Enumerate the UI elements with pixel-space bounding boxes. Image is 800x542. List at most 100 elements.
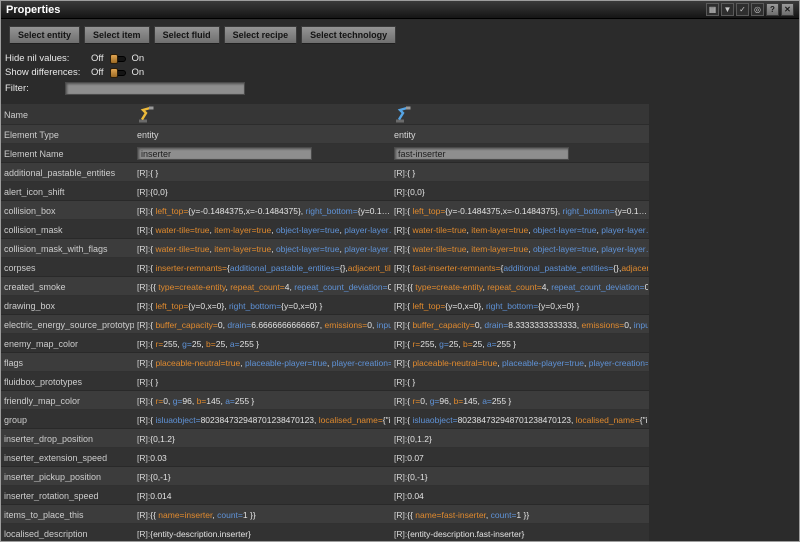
property-value: [R]:{0,0} (391, 187, 648, 197)
filter-input[interactable] (65, 82, 245, 95)
property-value: [R]:{0,1.2} (134, 434, 391, 444)
property-name: collision_mask (1, 225, 134, 235)
property-name: friendly_map_color (1, 396, 134, 406)
property-value: [R]:{ inserter-remnants={additional_past… (134, 263, 391, 273)
property-value: [R]:{ r=0, g=96, b=145, a=255 } (391, 396, 648, 406)
titlebar[interactable]: Properties ▦ ▼ ✓ ◎ ? ✕ (1, 1, 799, 19)
property-value: [R]:{ } (134, 377, 391, 387)
table-row: inserter_extension_speed[R]:0.03[R]:0.07 (1, 448, 649, 467)
property-name: inserter_rotation_speed (1, 491, 134, 501)
select-item-button[interactable]: Select item (84, 26, 150, 44)
hide-nil-values-label: Hide nil values: (5, 53, 89, 64)
hide-nil-values-option: Hide nil values: Off On (5, 52, 799, 65)
property-value: [R]:{0,-1} (391, 472, 648, 482)
pin-icon: ◎ (754, 4, 761, 15)
property-value: [R]:{ buffer_capacity=0, drain=6.6666666… (134, 320, 391, 330)
property-value: [R]:{entity-description.fast-inserter} (391, 529, 648, 539)
property-value: [R]:0.03 (134, 453, 391, 463)
property-name: collision_mask_with_flags (1, 244, 134, 254)
check-button[interactable]: ✓ (736, 3, 749, 16)
on-label: On (132, 67, 145, 78)
property-value: [R]:{ r=0, g=96, b=145, a=255 } (134, 396, 391, 406)
name-header: Name (1, 110, 134, 120)
property-value: [R]:{ left_top={y=0,x=0}, right_bottom={… (391, 301, 648, 311)
fast-inserter-icon (394, 106, 414, 124)
select-recipe-button[interactable]: Select recipe (224, 26, 298, 44)
property-value: [R]:{{ name=inserter, count=1 }} (134, 510, 391, 520)
table-row: group[R]:{ isluaobject=80238473294870123… (1, 410, 649, 429)
select-entity-button[interactable]: Select entity (9, 26, 80, 44)
table-header-row: Name (1, 104, 649, 125)
help-button[interactable]: ? (766, 3, 779, 16)
property-name: electric_energy_source_prototype (1, 320, 134, 330)
element-type-row: Element Type entity entity (1, 125, 649, 144)
property-name: localised_description (1, 529, 134, 539)
property-value: [R]:{ } (134, 168, 391, 178)
properties-table: Name Element Type entity entity (1, 104, 649, 542)
table-row: corpses[R]:{ inserter-remnants={addition… (1, 258, 649, 277)
property-value: [R]:{ } (391, 168, 648, 178)
property-value: entity (391, 130, 648, 140)
element-name-input-a[interactable] (137, 147, 312, 160)
close-button[interactable]: ✕ (781, 3, 794, 16)
property-value: [R]:{ water-tile=true, item-layer=true, … (391, 244, 648, 254)
property-value: [R]:{ placeable-neutral=true, placeable-… (134, 358, 391, 368)
property-name: flags (1, 358, 134, 368)
property-name: group (1, 415, 134, 425)
property-value: [R]:0.04 (391, 491, 648, 501)
property-name: alert_icon_shift (1, 187, 134, 197)
pin-button[interactable]: ◎ (751, 3, 764, 16)
property-value: [R]:{{ name=fast-inserter, count=1 }} (391, 510, 648, 520)
inserter-icon (137, 106, 157, 124)
property-name: inserter_pickup_position (1, 472, 134, 482)
show-differences-switch[interactable] (110, 70, 126, 76)
property-name: Element Type (1, 130, 134, 140)
property-value: [R]:{ r=255, g=25, b=25, a=255 } (391, 339, 648, 349)
element-name-input-b[interactable] (394, 147, 569, 160)
property-name: inserter_extension_speed (1, 453, 134, 463)
property-value: [R]:{{ type=create-entity, repeat_count=… (391, 282, 648, 292)
property-value: [R]:{entity-description.inserter} (134, 529, 391, 539)
check-icon: ✓ (739, 4, 746, 15)
window-title: Properties (6, 4, 60, 16)
element-name-cell-b (391, 147, 648, 160)
hide-nil-values-switch[interactable] (110, 56, 126, 62)
table-row: collision_mask[R]:{ water-tile=true, ite… (1, 220, 649, 239)
property-value: [R]:{ left_top={y=-0.1484375,x=-0.148437… (134, 206, 391, 216)
switch-knob (110, 68, 118, 78)
select-technology-button[interactable]: Select technology (301, 26, 396, 44)
property-value: [R]:{ buffer_capacity=0, drain=8.3333333… (391, 320, 648, 330)
select-fluid-button[interactable]: Select fluid (154, 26, 220, 44)
property-value: [R]:{ fast-inserter-remnants={additional… (391, 263, 648, 273)
column-a-header (134, 106, 391, 124)
table-row: additional_pastable_entities[R]:{ }[R]:{… (1, 163, 649, 182)
table-row: inserter_rotation_speed[R]:0.014[R]:0.04 (1, 486, 649, 505)
table-row: alert_icon_shift[R]:{0,0}[R]:{0,0} (1, 182, 649, 201)
property-rows: additional_pastable_entities[R]:{ }[R]:{… (1, 163, 649, 542)
show-differences-option: Show differences: Off On (5, 66, 799, 79)
property-name: items_to_place_this (1, 510, 134, 520)
table-row: inserter_drop_position[R]:{0,1.2}[R]:{0,… (1, 429, 649, 448)
windows-button[interactable]: ▦ (706, 3, 719, 16)
table-row: created_smoke[R]:{{ type=create-entity, … (1, 277, 649, 296)
property-value: [R]:{ isluaobject=8023847329487012384701… (134, 415, 391, 425)
property-name: enemy_map_color (1, 339, 134, 349)
property-value: [R]:{ } (391, 377, 648, 387)
column-b-header (391, 106, 648, 124)
table-row: collision_mask_with_flags [R]:{ water-til… (1, 239, 649, 258)
table-row: fluidbox_prototypes[R]:{ }[R]:{ } (1, 372, 649, 391)
table-row: inserter_pickup_position[R]:{0,-1}[R]:{0… (1, 467, 649, 486)
property-value: [R]:{0,-1} (134, 472, 391, 482)
windows-icon: ▦ (709, 4, 717, 15)
table-row: collision_box[R]:{ left_top={y=-0.148437… (1, 201, 649, 220)
filter-button[interactable]: ▼ (721, 3, 734, 16)
property-name: created_smoke (1, 282, 134, 292)
filter-label: Filter: (5, 83, 65, 94)
property-value: [R]:{ r=255, g=25, b=25, a=255 } (134, 339, 391, 349)
property-value: [R]:{ water-tile=true, item-layer=true, … (134, 225, 391, 235)
property-value: [R]:{{ type=create-entity, repeat_count=… (134, 282, 391, 292)
property-name: corpses (1, 263, 134, 273)
close-icon: ✕ (784, 4, 791, 15)
property-value: [R]:0.014 (134, 491, 391, 501)
on-label: On (132, 53, 145, 64)
